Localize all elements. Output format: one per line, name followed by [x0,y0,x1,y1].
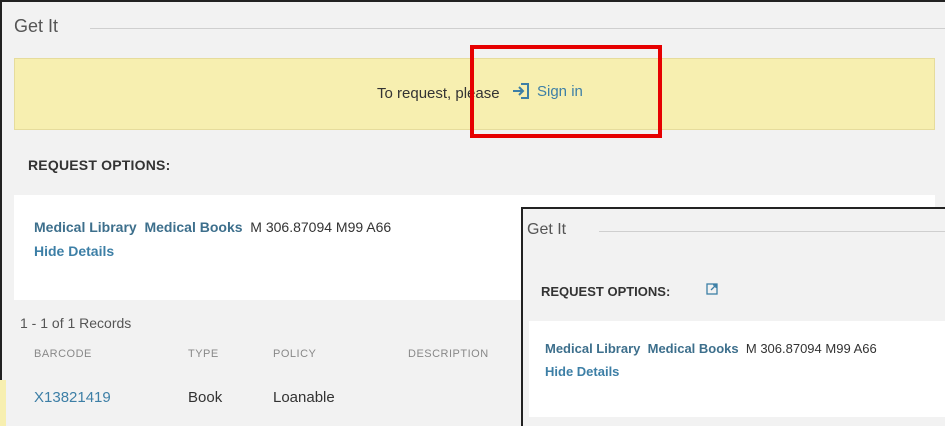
sign-in-icon [513,83,529,99]
inset-library-name: Medical Library [545,341,641,356]
column-header-barcode: BARCODE [34,348,92,360]
external-link-icon[interactable] [706,283,718,295]
panel-title: Get It [14,16,59,36]
inset-location-card: Medical Library Medical Books M 306.8709… [529,321,945,417]
inset-call-number: M 306.87094 M99 A66 [745,341,877,356]
location-line: Medical Library Medical Books M 306.8709… [34,219,391,235]
inset-get-it-panel: Get It REQUEST OPTIONS: Medical Library … [521,207,945,426]
column-header-policy: POLICY [273,348,317,360]
inset-request-options-heading: REQUEST OPTIONS: [541,284,671,299]
signin-banner: To request, please Sign in [14,58,935,130]
item-type: Book [188,389,223,406]
signin-label: Sign in [537,82,583,100]
call-number: M 306.87094 M99 A66 [250,219,392,235]
panel-header: Get It [2,2,945,56]
inset-location-line: Medical Library Medical Books M 306.8709… [545,341,877,356]
inset-collection-name: Medical Books [647,341,739,356]
signin-prompt: To request, please [377,85,500,102]
column-header-description: DESCRIPTION [408,348,489,360]
hide-details-link[interactable]: Hide Details [34,243,114,259]
collection-name: Medical Books [144,219,243,235]
inset-hide-details-link[interactable]: Hide Details [545,364,619,379]
inset-title: Get It [527,221,567,238]
inset-divider [599,231,945,232]
column-header-type: TYPE [188,348,219,360]
header-divider [90,28,945,29]
request-options-heading: REQUEST OPTIONS: [28,157,171,173]
left-accent [0,380,6,426]
barcode-link[interactable]: X13821419 [34,389,111,406]
signin-button[interactable]: Sign in [511,81,583,101]
records-count: 1 - 1 of 1 Records [20,315,132,331]
item-policy: Loanable [273,389,335,406]
library-name: Medical Library [34,219,137,235]
